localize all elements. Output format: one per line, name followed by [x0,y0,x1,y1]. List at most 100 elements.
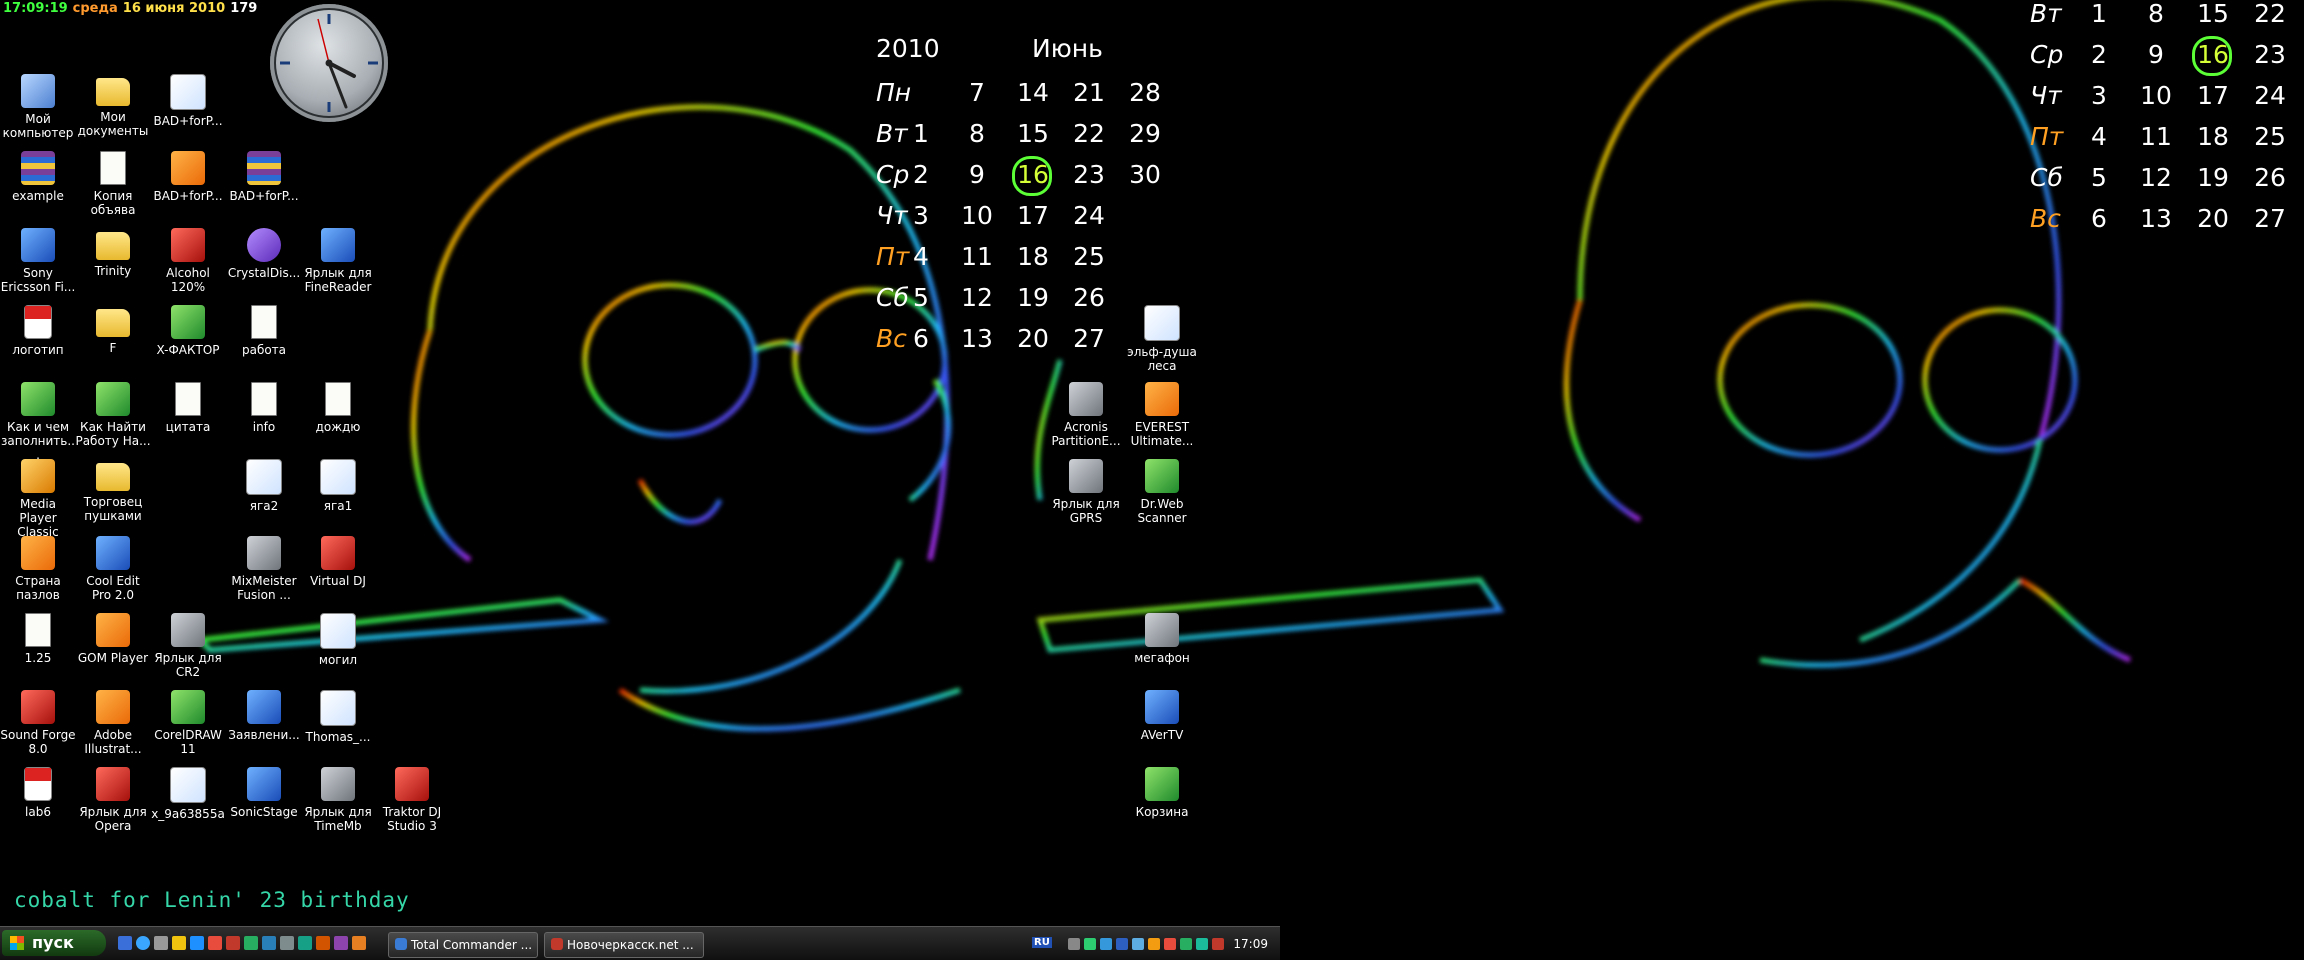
desktop-icon[interactable]: Sony Ericsson Fi... [0,228,76,294]
red-icon [395,767,429,801]
desktop-icon[interactable]: Ярлык для CR2 [150,613,226,679]
taskbar-item-browser[interactable]: Новочеркасск.net ... [544,932,704,958]
desktop-icon[interactable]: Заявлени... [226,690,302,742]
gray-icon [247,536,281,570]
desktop-icon[interactable]: example [0,151,76,203]
quicklaunch-app6-icon[interactable] [298,936,312,950]
desktop-icon[interactable]: яга1 [300,459,376,513]
desktop-icon[interactable]: Мои документы [75,74,151,138]
desktop-icon[interactable]: SonicStage [226,767,302,819]
analog-clock-gadget[interactable] [270,4,388,122]
desktop-icon[interactable]: Ярлык для Opera [75,767,151,833]
desktop-icon[interactable]: Media Player Classic [0,459,76,539]
desktop-icon[interactable]: BAD+forP... [226,151,302,203]
quicklaunch-app7-icon[interactable] [316,936,330,950]
tray-arrow-icon[interactable] [1068,938,1080,950]
desktop-icon[interactable]: дождю [300,382,376,434]
desktop-icon[interactable]: Cool Edit Pro 2.0 [75,536,151,602]
desktop-icon[interactable]: Ярлык для TimeMb [300,767,376,833]
quicklaunch-paint-icon[interactable] [190,936,204,950]
quicklaunch-app5-icon[interactable] [280,936,294,950]
desktop-icon[interactable]: Virtual DJ [300,536,376,588]
start-button[interactable]: пуск [2,930,106,956]
system-tray: RU 17:09 [1022,932,1278,956]
tray-green2-icon[interactable] [1196,938,1208,950]
doc-icon [175,382,201,416]
desktop-icon[interactable]: логотип [0,305,76,357]
img-icon [1144,305,1180,341]
desktop-icon-label: Ярлык для TimeMb [304,805,372,833]
desktop-icon[interactable]: цитата [150,382,226,434]
tray-network-icon[interactable] [1100,938,1112,950]
desktop-icon[interactable]: MixMeister Fusion ... [226,536,302,602]
desktop-icon[interactable]: CrystalDis... [226,228,302,280]
tray-blue2-icon[interactable] [1132,938,1144,950]
taskbar-item-total-commander[interactable]: Total Commander ... [388,932,538,958]
calendar-date: 14 [1017,78,1049,107]
desktop-icon[interactable]: Adobe Illustrat... [75,690,151,756]
folder-icon [96,309,130,337]
desktop-icon[interactable]: Ярлык для GPRS [1048,459,1124,525]
desktop-icon[interactable]: Мой компьютер [0,74,76,140]
desktop-icon[interactable]: EVEREST Ultimate... [1124,382,1200,448]
desktop-icon-label: AVerTV [1140,728,1184,742]
desktop-icon[interactable]: AVerTV [1124,690,1200,742]
desktop-icon[interactable]: Dr.Web Scanner [1124,459,1200,525]
tray-play-icon[interactable] [1148,938,1160,950]
desktop-icon[interactable]: Как Найти Работу На... [75,382,151,448]
quicklaunch-save-icon[interactable] [118,936,132,950]
calendar-date: 19 [2197,163,2229,192]
tray-ati-icon[interactable] [1212,938,1224,950]
desktop-icon[interactable]: Как и чем заполнить... [0,382,76,462]
desktop-icon[interactable]: яга2 [226,459,302,513]
desktop-icon[interactable]: Traktor DJ Studio 3 [374,767,450,833]
quicklaunch-app3-icon[interactable] [244,936,258,950]
desktop-icon[interactable]: Alcohol 120% [150,228,226,294]
desktop-icon[interactable]: info [226,382,302,434]
desktop-icon[interactable]: lab6 [0,767,76,819]
folder-icon [96,232,130,260]
language-indicator[interactable]: RU [1032,937,1052,948]
tray-blue-icon[interactable] [1116,938,1128,950]
desktop-icon-label: Sound Forge 8.0 [0,728,76,756]
calendar-date: 2 [2091,40,2107,69]
tray-green-icon[interactable] [1084,938,1096,950]
desktop-icon[interactable]: BAD+forP... [150,74,226,128]
desktop-icon[interactable]: Корзина [1124,767,1200,819]
desktop-icon[interactable]: F [75,305,151,355]
desktop-icon[interactable]: Sound Forge 8.0 [0,690,76,756]
quicklaunch-ie-icon[interactable] [136,936,150,950]
desktop-icon[interactable]: эльф-душа леса [1124,305,1200,373]
gray-icon [321,767,355,801]
desktop-icon[interactable]: Ярлык для FineReader [300,228,376,294]
quicklaunch-app8-icon[interactable] [334,936,348,950]
quicklaunch-media-icon[interactable] [154,936,168,950]
taskbar-clock[interactable]: 17:09 [1233,937,1268,951]
desktop-icon[interactable]: Торговец пушками [75,459,151,523]
green-icon [96,382,130,416]
desktop-icon[interactable]: BAD+forP... [150,151,226,203]
desktop-icon[interactable]: мегафон [1124,613,1200,665]
desktop-icon[interactable]: Acronis PartitionE... [1048,382,1124,448]
quicklaunch-app-icon[interactable] [208,936,222,950]
red-icon [96,767,130,801]
desktop-icon[interactable]: Trinity [75,228,151,278]
tray-eye-icon[interactable] [1180,938,1192,950]
quicklaunch-app9-icon[interactable] [352,936,366,950]
desktop-icon[interactable]: CorelDRAW 11 [150,690,226,756]
desktop-icon-label: Alcohol 120% [166,266,210,294]
tray-red-icon[interactable] [1164,938,1176,950]
desktop-icon[interactable]: Копия объява [75,151,151,217]
total-commander-icon [395,938,407,950]
desktop-icon[interactable]: могил [300,613,376,667]
desktop-icon[interactable]: Страна пазлов [0,536,76,602]
desktop-icon[interactable]: 1.25 [0,613,76,665]
desktop-icon[interactable]: x_9a63855a [150,767,226,821]
quicklaunch-app2-icon[interactable] [226,936,240,950]
desktop-icon[interactable]: работа [226,305,302,357]
desktop-icon[interactable]: GOM Player [75,613,151,665]
desktop-icon[interactable]: X-ФАКТОР [150,305,226,357]
quicklaunch-warning-icon[interactable] [172,936,186,950]
desktop-icon[interactable]: Thomas_... [300,690,376,744]
quicklaunch-app4-icon[interactable] [262,936,276,950]
